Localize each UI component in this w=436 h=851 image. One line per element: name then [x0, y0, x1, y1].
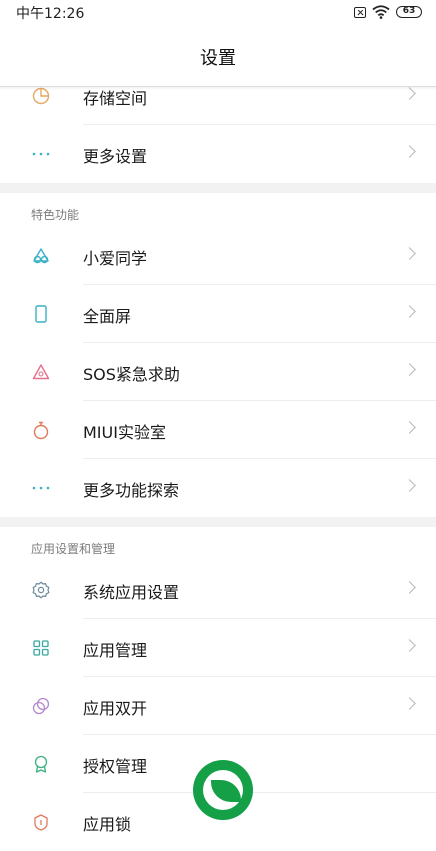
settings-item-label: 更多功能探索 [83, 481, 180, 500]
authorization-badge-icon [34, 755, 48, 773]
status-bar: 中午12:26 63 [0, 0, 436, 24]
chevron-right-icon [403, 305, 416, 318]
section-header-apps: 应用设置和管理 [0, 527, 436, 561]
title-bar: 设置 [0, 24, 436, 87]
no-sim-icon [354, 6, 366, 18]
gear-icon [32, 581, 50, 599]
page-title: 设置 [200, 48, 236, 69]
lab-flask-icon [33, 421, 49, 440]
battery-icon: 63 [396, 6, 422, 18]
settings-item-label: 应用管理 [83, 641, 148, 660]
chevron-right-icon [403, 145, 416, 158]
grid-apps-icon [33, 640, 49, 656]
settings-item-dual-apps[interactable]: 应用双开 [0, 677, 436, 735]
app-lock-icon [34, 814, 48, 831]
more-dots-icon [32, 486, 50, 490]
xiaoai-icon [33, 248, 49, 264]
chevron-right-icon [403, 247, 416, 260]
chevron-right-icon [403, 581, 416, 594]
wifi-icon [372, 5, 390, 19]
settings-item-label: 小爱同学 [83, 249, 148, 268]
chevron-right-icon [403, 639, 416, 652]
chevron-right-icon [403, 479, 416, 492]
settings-item-more-settings[interactable]: 更多设置 [0, 125, 436, 183]
section-title: 特色功能 [31, 208, 80, 222]
chevron-right-icon [403, 421, 416, 434]
settings-item-label: 更多设置 [83, 147, 148, 166]
settings-item-label: 应用双开 [83, 699, 148, 718]
status-icons: 63 [354, 4, 422, 20]
fullscreen-phone-icon [35, 305, 47, 323]
app-logo [193, 760, 253, 820]
settings-item-xiaoai[interactable]: 小爱同学 [0, 227, 436, 285]
section-gap [0, 183, 436, 193]
section-header-features: 特色功能 [0, 193, 436, 227]
section-gap [0, 517, 436, 527]
settings-item-miui-lab[interactable]: MIUI实验室 [0, 401, 436, 459]
settings-item-fullscreen[interactable]: 全面屏 [0, 285, 436, 343]
chevron-right-icon [403, 697, 416, 710]
settings-item-sos[interactable]: SOS紧急求助 [0, 343, 436, 401]
sos-warning-icon [32, 364, 50, 380]
more-dots-icon [32, 152, 50, 156]
dual-app-icon [32, 697, 50, 715]
settings-item-more-features[interactable]: 更多功能探索 [0, 459, 436, 517]
settings-item-system-apps[interactable]: 系统应用设置 [0, 561, 436, 619]
settings-item-label: 全面屏 [83, 307, 132, 326]
settings-item-label: 授权管理 [83, 757, 148, 776]
settings-item-label: SOS紧急求助 [83, 365, 180, 384]
section-title: 应用设置和管理 [31, 542, 116, 556]
settings-item-label: 系统应用设置 [83, 583, 180, 602]
chevron-right-icon [403, 363, 416, 376]
settings-item-label: 应用锁 [83, 815, 132, 834]
settings-item-app-management[interactable]: 应用管理 [0, 619, 436, 677]
settings-list[interactable]: 存储空间 更多设置 特色功能 小爱同学 全面屏 SOS紧急求助 MIUI实验室 … [0, 67, 436, 851]
status-time: 中午12:26 [16, 6, 85, 22]
settings-item-label: MIUI实验室 [83, 423, 166, 442]
